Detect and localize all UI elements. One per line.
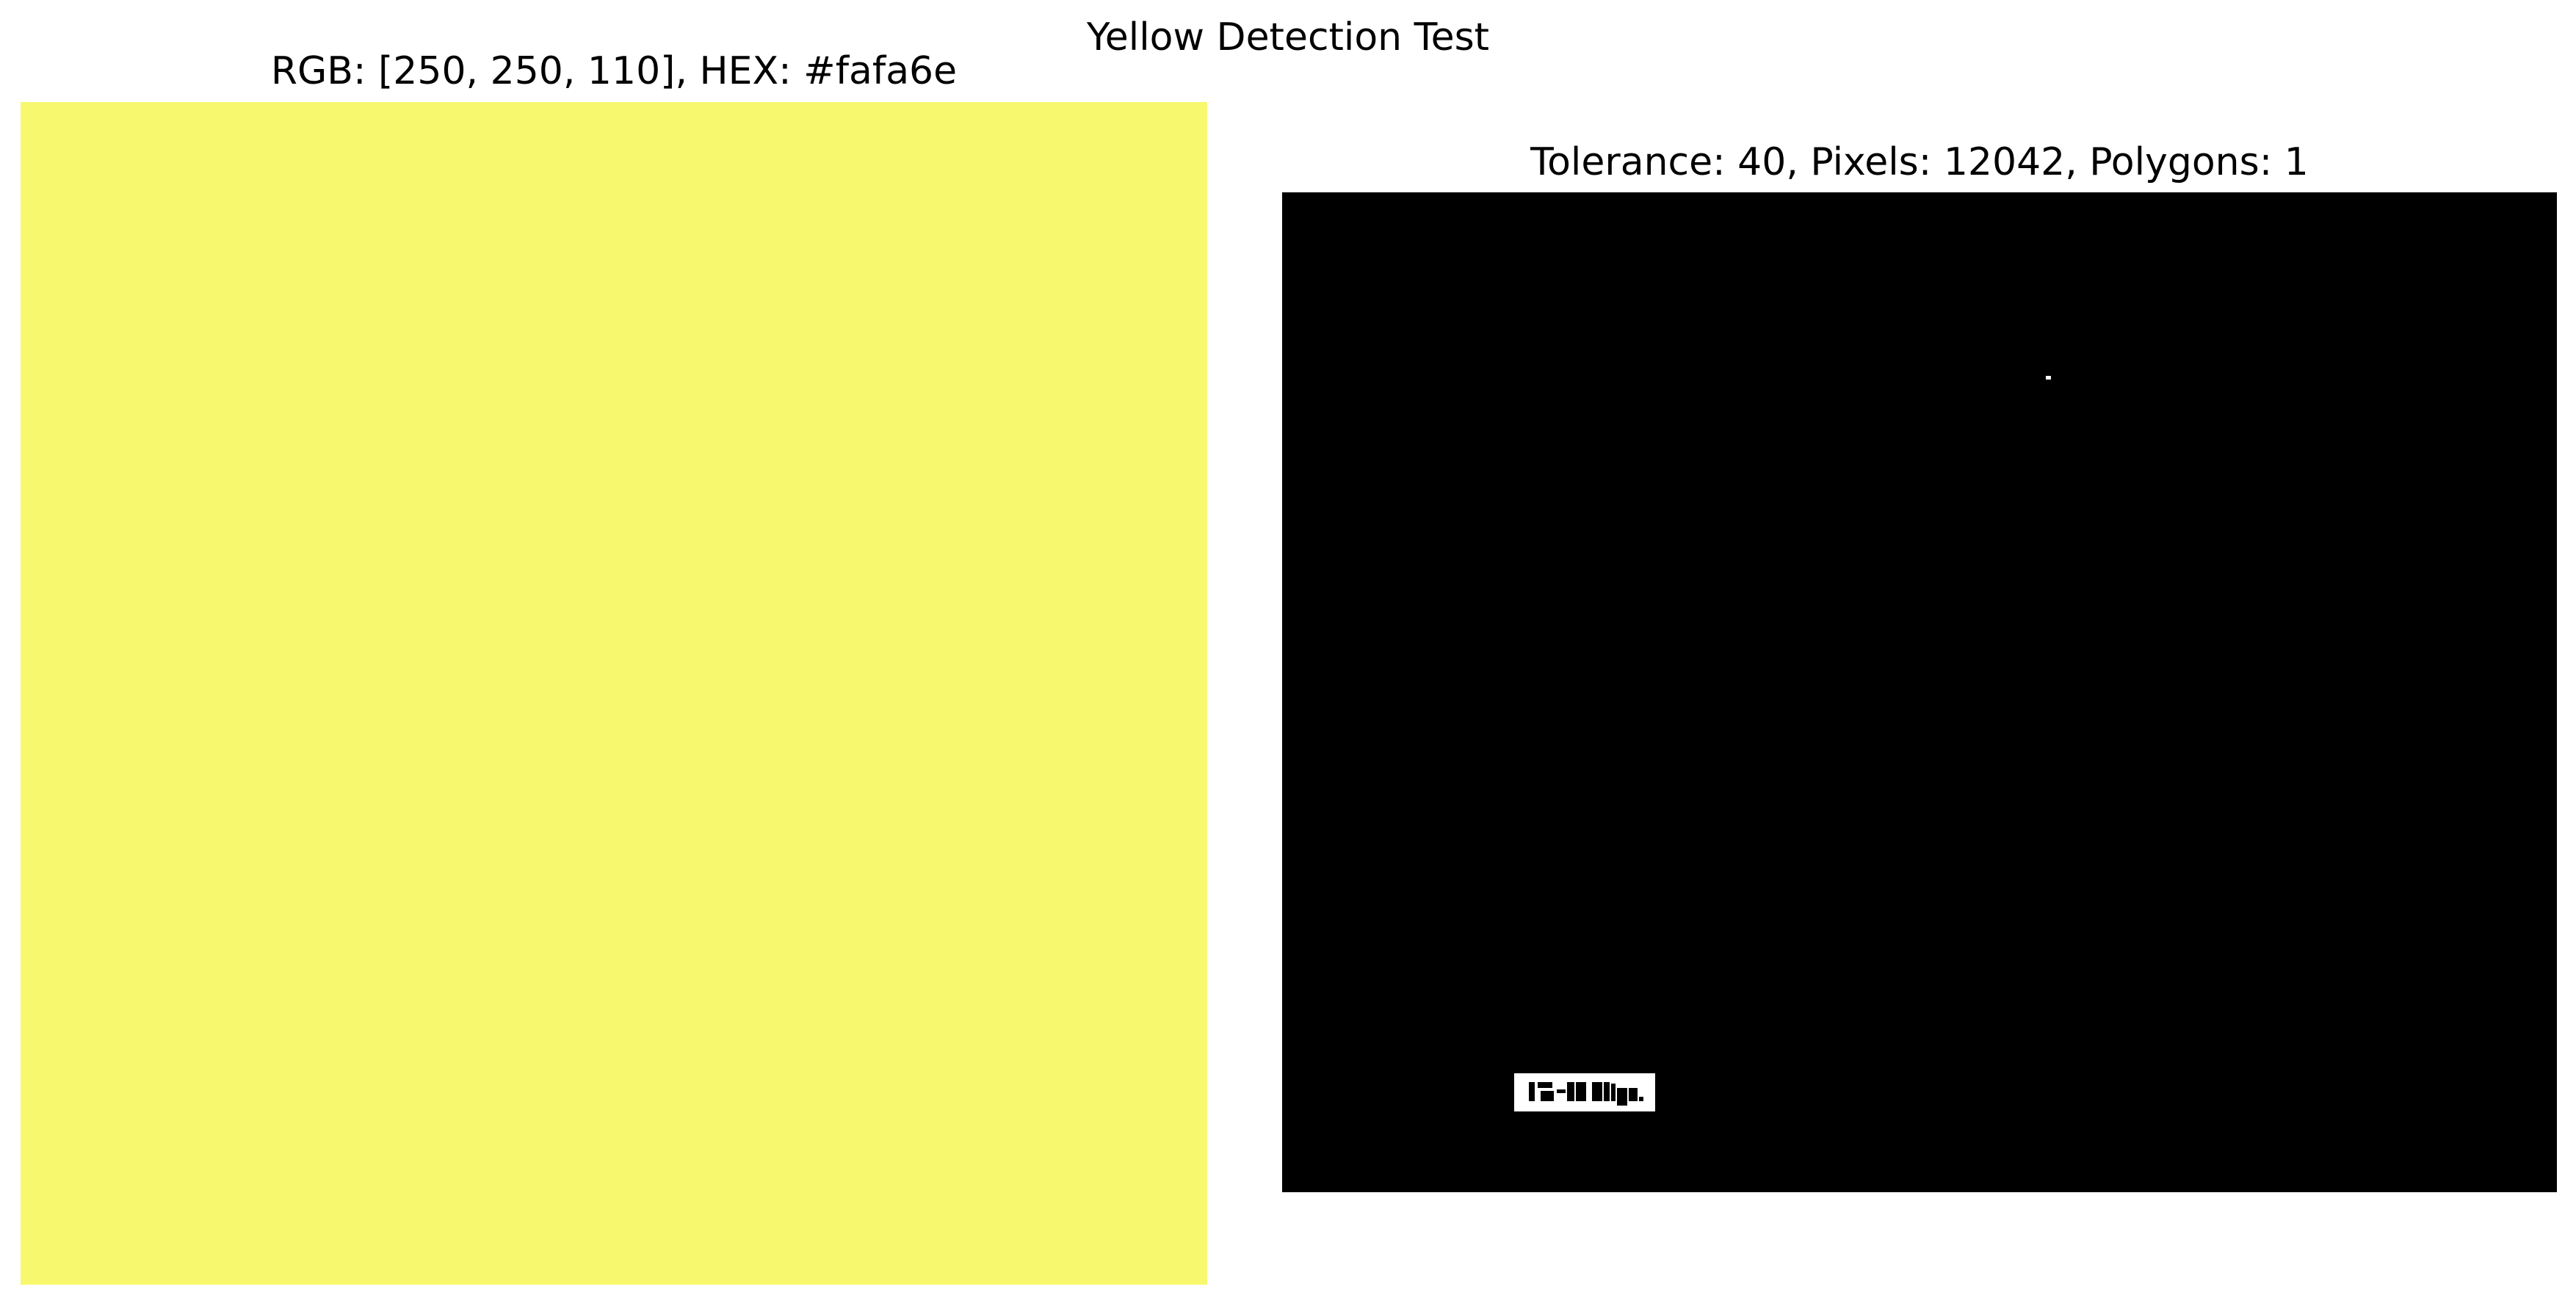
- mask-detected-speck: [2046, 376, 2051, 380]
- detection-mask: [1282, 192, 2557, 1192]
- mask-detected-region: [1514, 1073, 1655, 1111]
- color-swatch: [21, 102, 1207, 1285]
- color-info-title: RGB: [250, 250, 110], HEX: #fafa6e: [270, 49, 958, 93]
- detection-stats-title: Tolerance: 40, Pixels: 12042, Polygons: …: [1530, 140, 2309, 184]
